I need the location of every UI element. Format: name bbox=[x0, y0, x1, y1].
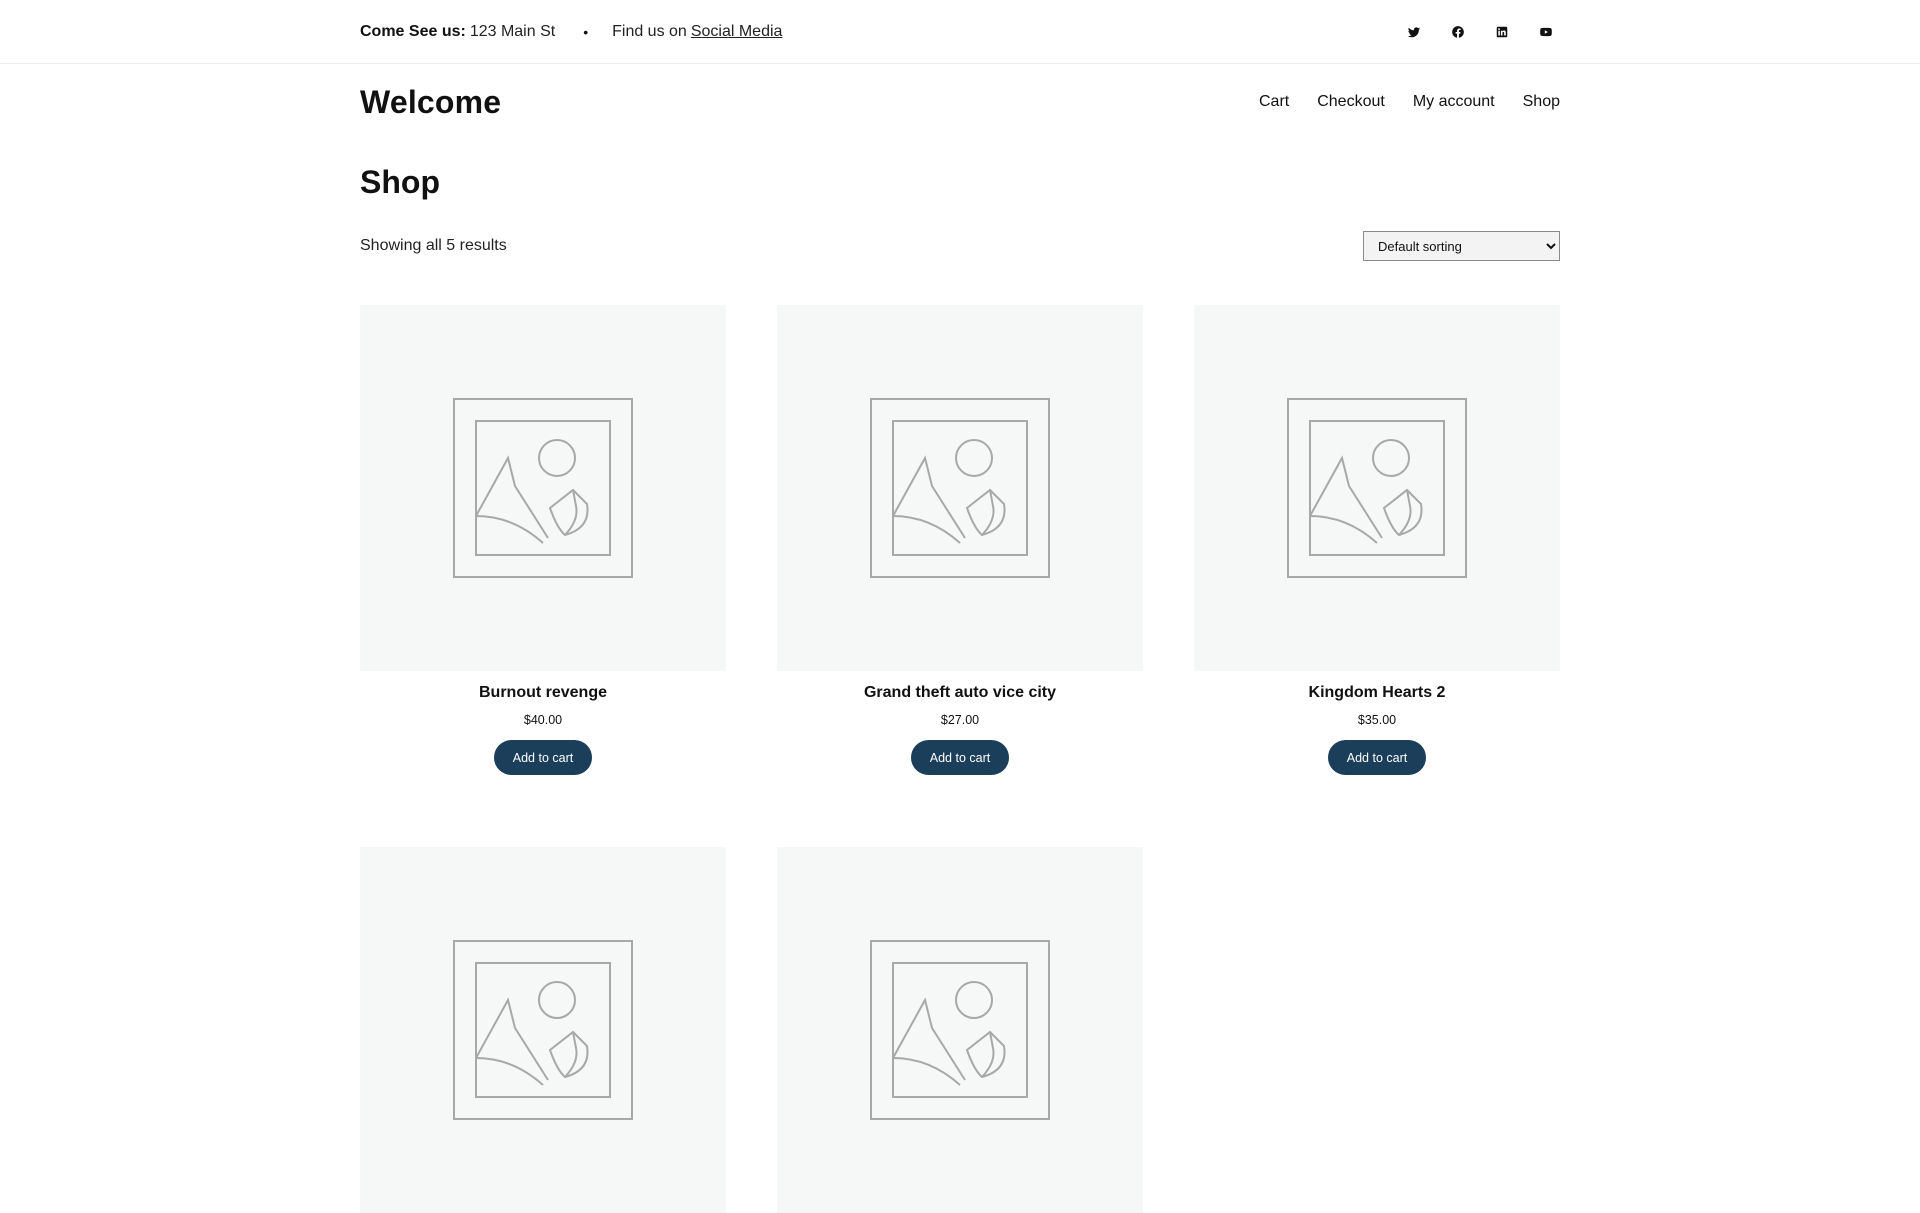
address-text: 123 Main St bbox=[469, 23, 556, 40]
site-title[interactable]: Welcome bbox=[360, 84, 501, 121]
product-image-placeholder[interactable] bbox=[777, 305, 1143, 671]
product-image-placeholder[interactable] bbox=[1194, 305, 1560, 671]
nav-item-cart[interactable]: Cart bbox=[1259, 93, 1289, 111]
site-header: Welcome Cart Checkout My account Shop bbox=[360, 78, 1560, 126]
main-nav: Cart Checkout My account Shop bbox=[1259, 93, 1560, 111]
product-image-placeholder[interactable] bbox=[360, 847, 726, 1213]
product-name[interactable]: Grand theft auto vice city bbox=[777, 684, 1143, 702]
image-placeholder-icon bbox=[453, 940, 633, 1120]
product-image-placeholder[interactable] bbox=[777, 847, 1143, 1213]
product-price: $35.00 bbox=[1357, 713, 1397, 727]
linkedin-icon[interactable] bbox=[1488, 18, 1516, 46]
facebook-icon[interactable] bbox=[1444, 18, 1472, 46]
image-placeholder-icon bbox=[1287, 398, 1467, 578]
top-bar: Come See us: 123 Main St • Find us on So… bbox=[0, 0, 1920, 64]
nav-item-checkout[interactable]: Checkout bbox=[1317, 93, 1385, 111]
page-title: Shop bbox=[360, 164, 440, 200]
add-to-cart-button[interactable]: Add to cart bbox=[910, 740, 1010, 775]
add-to-cart-button[interactable]: Add to cart bbox=[493, 740, 593, 775]
add-to-cart-button[interactable]: Add to cart bbox=[1327, 740, 1427, 775]
top-bar-inner: Come See us: 123 Main St • Find us on So… bbox=[360, 0, 1560, 64]
product-price: $27.00 bbox=[940, 713, 980, 727]
nav-item-shop[interactable]: Shop bbox=[1523, 93, 1560, 111]
social-media-link[interactable]: Social Media bbox=[691, 23, 783, 41]
separator-dot: • bbox=[583, 24, 589, 40]
results-bar: Showing all 5 results Default sorting bbox=[360, 230, 1560, 262]
nav-item-my-account[interactable]: My account bbox=[1413, 93, 1495, 111]
come-see-us-label: Come See us: bbox=[360, 23, 466, 40]
twitter-icon[interactable] bbox=[1400, 18, 1428, 46]
top-bar-info: Come See us: 123 Main St • Find us on So… bbox=[360, 23, 782, 41]
image-placeholder-icon bbox=[453, 398, 633, 578]
product-card bbox=[777, 847, 1143, 1213]
product-card: Burnout revenge $40.00 Add to cart bbox=[360, 305, 726, 775]
product-name[interactable]: Kingdom Hearts 2 bbox=[1194, 684, 1560, 702]
product-card: Kingdom Hearts 2 $35.00 Add to cart bbox=[1194, 305, 1560, 775]
sort-select[interactable]: Default sorting bbox=[1363, 231, 1560, 261]
image-placeholder-icon bbox=[870, 398, 1050, 578]
find-us-label: Find us on bbox=[612, 23, 687, 40]
social-icons bbox=[1400, 18, 1560, 46]
image-placeholder-icon bbox=[870, 940, 1050, 1120]
product-image-placeholder[interactable] bbox=[360, 305, 726, 671]
product-card bbox=[360, 847, 726, 1213]
youtube-icon[interactable] bbox=[1532, 18, 1560, 46]
product-price: $40.00 bbox=[523, 713, 563, 727]
product-name[interactable]: Burnout revenge bbox=[360, 684, 726, 702]
results-count: Showing all 5 results bbox=[360, 237, 507, 254]
product-card: Grand theft auto vice city $27.00 Add to… bbox=[777, 305, 1143, 775]
